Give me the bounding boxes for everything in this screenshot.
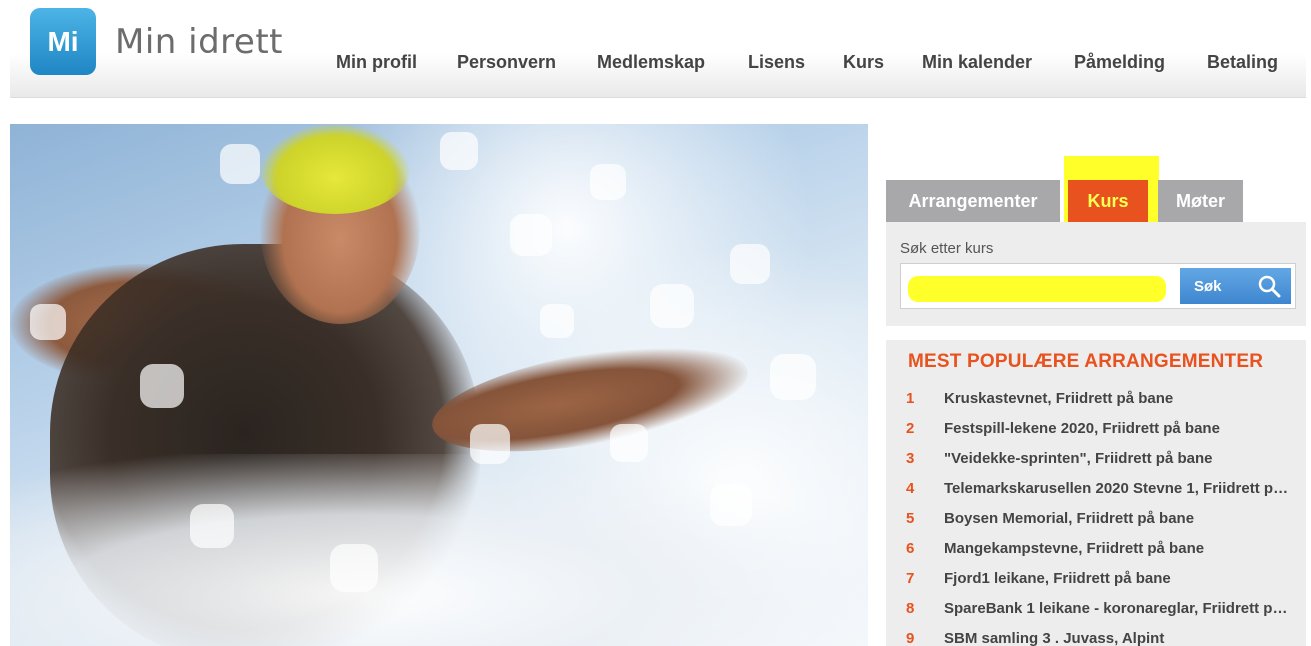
hero-water-splash	[10, 454, 868, 646]
list-item[interactable]: 5 Boysen Memorial, Friidrett på bane	[906, 503, 1296, 533]
hero-swim-cap	[260, 124, 410, 214]
list-item-link[interactable]: Fjord1 leikane, Friidrett på bane	[944, 570, 1290, 587]
tab-kurs[interactable]: Kurs	[1068, 180, 1148, 222]
bokeh	[650, 284, 694, 328]
nav-item-lisens[interactable]: Lisens	[748, 52, 805, 73]
list-item-number: 1	[906, 389, 915, 407]
list-item[interactable]: 7 Fjord1 leikane, Friidrett på bane	[906, 563, 1296, 593]
nav-item-medlemskap[interactable]: Medlemskap	[597, 52, 705, 73]
search-button[interactable]: Søk	[1180, 268, 1291, 304]
bokeh	[610, 424, 648, 462]
search-input[interactable]	[904, 268, 1176, 304]
search-label: Søk etter kurs	[900, 240, 994, 257]
list-item[interactable]: 8 SpareBank 1 leikane - koronareglar, Fri…	[906, 593, 1296, 623]
hero-image	[10, 124, 868, 646]
list-item[interactable]: 9 SBM samling 3 . Juvass, Alpint	[906, 623, 1296, 646]
bokeh	[470, 424, 510, 464]
bokeh	[140, 364, 184, 408]
list-item-link[interactable]: Kruskastevnet, Friidrett på bane	[944, 390, 1290, 407]
list-item-link[interactable]: Telemarkskarusellen 2020 Stevne 1, Friid…	[944, 480, 1290, 497]
site-header: Mi Min idrett Min profil Personvern Medl…	[10, 0, 1306, 98]
list-item-number: 6	[906, 539, 915, 557]
list-item[interactable]: 6 Mangekampstevne, Friidrett på bane	[906, 533, 1296, 563]
list-item-number: 9	[906, 629, 915, 646]
bokeh	[590, 164, 626, 200]
list-item-number: 5	[906, 509, 915, 527]
list-item-link[interactable]: Mangekampstevne, Friidrett på bane	[944, 540, 1290, 557]
nav-item-min-profil[interactable]: Min profil	[336, 52, 417, 73]
list-item-link[interactable]: SpareBank 1 leikane - koronareglar, Frii…	[944, 600, 1290, 617]
bokeh	[510, 214, 552, 256]
bokeh	[190, 504, 234, 548]
list-item-number: 7	[906, 569, 915, 587]
tab-moter[interactable]: Møter	[1158, 180, 1243, 222]
nav-item-min-kalender[interactable]: Min kalender	[922, 52, 1032, 73]
list-item-link[interactable]: Boysen Memorial, Friidrett på bane	[944, 510, 1290, 527]
nav-item-kurs[interactable]: Kurs	[843, 52, 884, 73]
bokeh	[730, 244, 770, 284]
list-item[interactable]: 2 Festspill-lekene 2020, Friidrett på ban…	[906, 413, 1296, 443]
bokeh	[30, 304, 66, 340]
nav-item-betaling[interactable]: Betaling	[1207, 52, 1278, 73]
nav-item-pamelding[interactable]: Påmelding	[1074, 52, 1165, 73]
nav-item-personvern[interactable]: Personvern	[457, 52, 556, 73]
list-item-link[interactable]: Festspill-lekene 2020, Friidrett på bane	[944, 420, 1290, 437]
list-item-number: 3	[906, 449, 915, 467]
bokeh	[710, 484, 752, 526]
bokeh	[770, 354, 816, 400]
popular-events-title: MEST POPULÆRE ARRANGEMENTER	[908, 351, 1264, 372]
bokeh	[440, 132, 478, 170]
list-item[interactable]: 3 "Veidekke-sprinten", Friidrett på bane	[906, 443, 1296, 473]
list-item-link[interactable]: "Veidekke-sprinten", Friidrett på bane	[944, 450, 1290, 467]
list-item-number: 8	[906, 599, 915, 617]
bokeh	[330, 544, 378, 592]
popular-events-list: 1 Kruskastevnet, Friidrett på bane 2 Fests…	[906, 383, 1296, 646]
main-nav: Min profil Personvern Medlemskap Lisens …	[10, 52, 1306, 78]
list-item[interactable]: 4 Telemarkskarusellen 2020 Stevne 1, Frii…	[906, 473, 1296, 503]
list-item-number: 2	[906, 419, 915, 437]
search-button-label: Søk	[1194, 277, 1222, 295]
bokeh	[540, 304, 574, 338]
search-icon	[1258, 275, 1281, 298]
tab-arrangementer[interactable]: Arrangementer	[886, 180, 1060, 222]
list-item-link[interactable]: SBM samling 3 . Juvass, Alpint	[944, 630, 1290, 646]
bokeh	[220, 144, 260, 184]
list-item[interactable]: 1 Kruskastevnet, Friidrett på bane	[906, 383, 1296, 413]
list-item-number: 4	[906, 479, 915, 497]
